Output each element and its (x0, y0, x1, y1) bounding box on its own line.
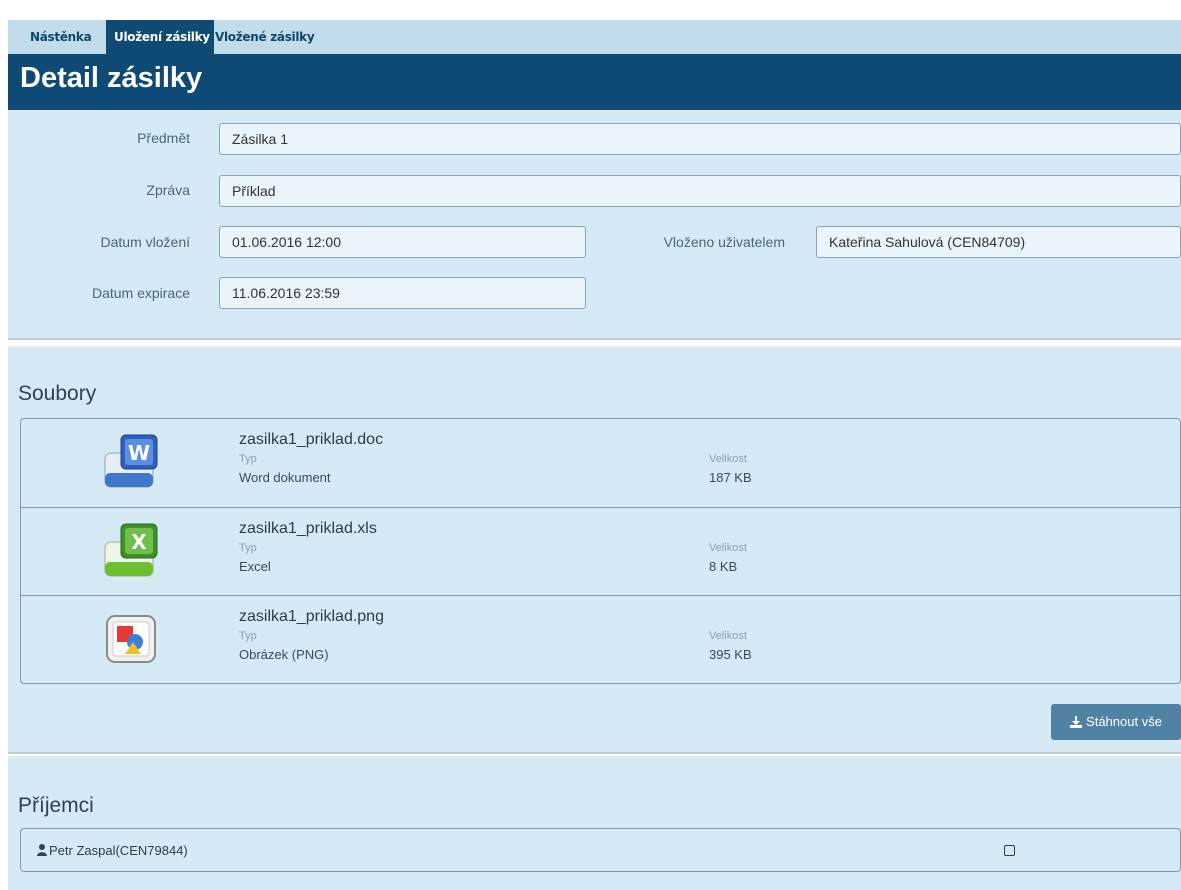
expiry-date-field[interactable]: 11.06.2016 23:59 (219, 277, 586, 309)
word-document-icon: W (104, 434, 158, 488)
app-frame: Nástěnka Uložení zásilky Vložené zásilky… (8, 8, 1181, 890)
tab-uploaded-shipments[interactable]: Vložené zásilky (215, 20, 325, 54)
download-all-button[interactable]: Stáhnout vše (1051, 704, 1181, 740)
excel-document-icon: X (104, 523, 158, 577)
download-icon (1070, 716, 1083, 728)
file-list: W zasilka1_priklad.doc Typ Word dokument… (20, 418, 1181, 684)
file-name[interactable]: zasilka1_priklad.xls (239, 520, 377, 538)
subject-field[interactable]: Zásilka 1 (219, 123, 1181, 155)
detail-panel: Předmět Zásilka 1 Zpráva Příklad Datum v… (8, 110, 1181, 340)
recipient-list: Petr Zaspal(CEN79844) (20, 828, 1181, 872)
image-file-icon (106, 615, 156, 663)
files-panel: Soubory W zasilka1_priklad.doc Typ Word … (8, 346, 1181, 754)
file-size-label: Velikost (709, 453, 747, 465)
file-row[interactable]: W zasilka1_priklad.doc Typ Word dokument… (21, 419, 1180, 507)
recipient-name: Petr Zaspal(CEN79844) (49, 843, 188, 858)
message-label: Zpráva (146, 182, 190, 198)
tab-dashboard[interactable]: Nástěnka (20, 20, 110, 54)
file-type-label: Typ (239, 542, 257, 554)
recipient-checkbox[interactable] (1004, 845, 1015, 856)
file-name[interactable]: zasilka1_priklad.doc (239, 431, 383, 449)
file-type-value: Excel (239, 559, 271, 574)
tab-upload-shipment[interactable]: Uložení zásilky (106, 20, 214, 54)
file-name[interactable]: zasilka1_priklad.png (239, 608, 384, 626)
file-size-value: 8 KB (709, 559, 738, 574)
svg-text:W: W (128, 441, 150, 465)
inserted-date-label: Datum vložení (100, 234, 190, 250)
expiry-date-label: Datum expirace (91, 285, 190, 301)
file-type-value: Obrázek (PNG) (239, 647, 329, 662)
tab-bar: Nástěnka Uložení zásilky Vložené zásilky (8, 20, 1181, 54)
file-type-value: Word dokument (239, 470, 331, 485)
title-bar: Detail zásilky (8, 54, 1181, 110)
recipients-section-title: Příjemci (18, 794, 94, 817)
recipients-panel: Příjemci Petr Zaspal(CEN79844) (8, 756, 1181, 890)
file-row[interactable]: zasilka1_priklad.png Typ Obrázek (PNG) V… (21, 595, 1180, 683)
page-title: Detail zásilky (20, 62, 203, 94)
file-size-label: Velikost (709, 542, 747, 554)
file-size-value: 187 KB (709, 470, 752, 485)
file-row[interactable]: X zasilka1_priklad.xls Typ Excel Velikos… (21, 507, 1180, 596)
file-type-label: Typ (239, 630, 257, 642)
message-field[interactable]: Příklad (219, 175, 1181, 207)
file-size-value: 395 KB (709, 647, 752, 662)
user-icon (37, 844, 47, 856)
inserted-by-label: Vloženo uživatelem (663, 234, 785, 250)
file-type-label: Typ (239, 453, 257, 465)
file-size-label: Velikost (709, 630, 747, 642)
svg-text:X: X (131, 530, 147, 554)
subject-label: Předmět (137, 130, 190, 146)
inserted-date-field[interactable]: 01.06.2016 12:00 (219, 226, 586, 258)
files-section-title: Soubory (18, 382, 97, 405)
inserted-by-field[interactable]: Kateřina Sahulová (CEN84709) (816, 226, 1181, 258)
download-all-label: Stáhnout vše (1086, 714, 1162, 729)
